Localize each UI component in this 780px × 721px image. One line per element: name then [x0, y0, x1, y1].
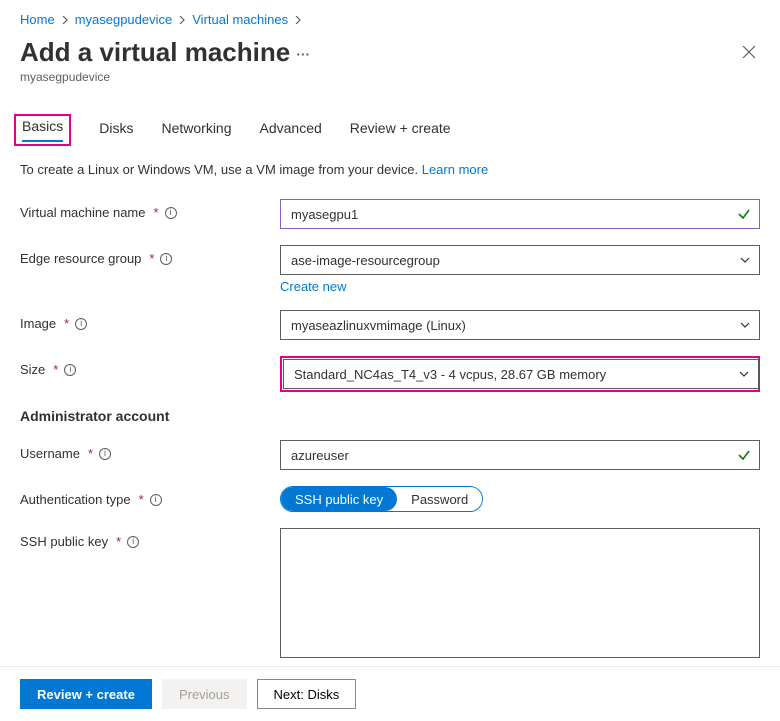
image-label: Image: [20, 316, 56, 331]
tabs: Basics Disks Networking Advanced Review …: [20, 114, 760, 146]
description: To create a Linux or Windows VM, use a V…: [20, 162, 760, 177]
chevron-down-icon: [739, 319, 751, 331]
chevron-down-icon: [739, 254, 751, 266]
username-input[interactable]: azureuser: [280, 440, 760, 470]
more-icon[interactable]: ···: [296, 46, 310, 62]
breadcrumb-vms[interactable]: Virtual machines: [192, 12, 288, 27]
size-label: Size: [20, 362, 45, 377]
learn-more-link[interactable]: Learn more: [422, 162, 488, 177]
info-icon[interactable]: i: [75, 318, 87, 330]
highlight-box: Basics: [14, 114, 71, 146]
breadcrumb-home[interactable]: Home: [20, 12, 55, 27]
auth-type-toggle: SSH public key Password: [280, 486, 483, 512]
admin-section-heading: Administrator account: [20, 408, 760, 424]
tab-advanced[interactable]: Advanced: [260, 114, 322, 146]
required-mark: *: [154, 205, 159, 220]
tab-networking[interactable]: Networking: [161, 114, 231, 146]
auth-option-password[interactable]: Password: [397, 487, 482, 511]
close-icon[interactable]: [742, 45, 756, 59]
tab-basics[interactable]: Basics: [22, 112, 63, 144]
info-icon[interactable]: i: [150, 494, 162, 506]
auth-option-ssh[interactable]: SSH public key: [281, 487, 397, 511]
required-mark: *: [53, 362, 58, 377]
checkmark-icon: [737, 207, 751, 221]
required-mark: *: [139, 492, 144, 507]
resource-group-label: Edge resource group: [20, 251, 141, 266]
review-create-button[interactable]: Review + create: [20, 679, 152, 709]
highlight-box: Standard_NC4as_T4_v3 - 4 vcpus, 28.67 GB…: [280, 356, 760, 392]
chevron-right-icon: [292, 14, 304, 26]
vm-name-input[interactable]: myasegpu1: [280, 199, 760, 229]
required-mark: *: [64, 316, 69, 331]
tab-review[interactable]: Review + create: [350, 114, 451, 146]
resource-group-select[interactable]: ase-image-resourcegroup: [280, 245, 760, 275]
info-icon[interactable]: i: [64, 364, 76, 376]
previous-button: Previous: [162, 679, 247, 709]
footer: Review + create Previous Next: Disks: [0, 666, 780, 721]
required-mark: *: [149, 251, 154, 266]
next-button[interactable]: Next: Disks: [257, 679, 357, 709]
info-icon[interactable]: i: [160, 253, 172, 265]
chevron-down-icon: [738, 368, 750, 380]
info-icon[interactable]: i: [99, 448, 111, 460]
checkmark-icon: [737, 448, 751, 462]
image-select[interactable]: myaseazlinuxvmimage (Linux): [280, 310, 760, 340]
create-new-link[interactable]: Create new: [280, 279, 346, 294]
info-icon[interactable]: i: [127, 536, 139, 548]
breadcrumb-device[interactable]: myasegpudevice: [75, 12, 173, 27]
info-icon[interactable]: i: [165, 207, 177, 219]
ssh-key-input[interactable]: [280, 528, 760, 658]
vm-name-label: Virtual machine name: [20, 205, 146, 220]
chevron-right-icon: [176, 14, 188, 26]
page-subtitle: myasegpudevice: [20, 70, 310, 84]
username-label: Username: [20, 446, 80, 461]
tab-disks[interactable]: Disks: [99, 114, 133, 146]
ssh-key-label: SSH public key: [20, 534, 108, 549]
auth-type-label: Authentication type: [20, 492, 131, 507]
required-mark: *: [116, 534, 121, 549]
required-mark: *: [88, 446, 93, 461]
page-title: Add a virtual machine···: [20, 37, 310, 68]
breadcrumb: Home myasegpudevice Virtual machines: [20, 8, 760, 37]
size-select[interactable]: Standard_NC4as_T4_v3 - 4 vcpus, 28.67 GB…: [283, 359, 759, 389]
chevron-right-icon: [59, 14, 71, 26]
